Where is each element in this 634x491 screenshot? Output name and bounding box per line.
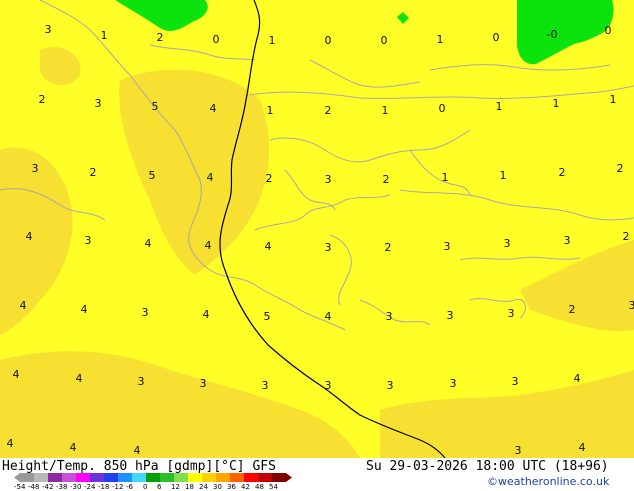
value-label: -0 <box>547 28 558 41</box>
legend-swatch <box>118 473 132 482</box>
value-label: 3 <box>386 310 393 323</box>
value-label: 2 <box>385 241 392 254</box>
value-label: 0 <box>493 31 500 44</box>
value-label: 1 <box>269 34 276 47</box>
value-label: 4 <box>7 437 14 450</box>
legend-swatch <box>20 473 34 482</box>
value-label: 2 <box>266 172 273 185</box>
value-label: 4 <box>26 230 33 243</box>
value-label: 1 <box>437 33 444 46</box>
value-label: 3 <box>450 377 457 390</box>
value-label: 3 <box>142 306 149 319</box>
legend-swatch <box>34 473 48 482</box>
legend-swatch <box>258 473 272 482</box>
legend-swatch <box>104 473 118 482</box>
value-label: 1 <box>101 29 108 42</box>
value-label: 5 <box>152 100 159 113</box>
legend-swatch <box>272 473 286 482</box>
legend-swatch <box>216 473 230 482</box>
value-label: 1 <box>267 104 274 117</box>
value-label: 3 <box>504 237 511 250</box>
legend-swatch <box>62 473 76 482</box>
value-label: 1 <box>553 97 560 110</box>
value-label: 3 <box>325 379 332 392</box>
value-label: 1 <box>442 171 449 184</box>
valid-time: Su 29-03-2026 18:00 UTC (18+96) <box>366 459 609 474</box>
value-label: 0 <box>605 24 612 37</box>
color-legend <box>14 473 294 482</box>
value-label: 4 <box>20 299 27 312</box>
value-label: 3 <box>515 444 522 457</box>
legend-arrow-right <box>286 473 292 482</box>
legend-swatch <box>76 473 90 482</box>
value-label: 4 <box>70 441 77 454</box>
value-label: 3 <box>564 234 571 247</box>
value-label: 4 <box>205 239 212 252</box>
value-label: 1 <box>496 100 503 113</box>
value-label: 3 <box>85 234 92 247</box>
value-label: 3 <box>629 299 634 312</box>
value-label: 2 <box>569 303 576 316</box>
value-label: 0 <box>213 33 220 46</box>
weather-map: 3 1 2 0 1 0 0 1 0 -0 0 2 3 5 4 1 2 1 0 1 1 1 3 2 5 4 2 3 2 1 1 2 2 4 3 4 4 4 3… <box>0 0 634 458</box>
map-canvas: 3 1 2 0 1 0 0 1 0 -0 0 2 3 5 4 1 2 1 0 1 1 1 3 2 5 4 2 3 2 1 1 2 2 4 3 4 4 4 3… <box>0 0 634 458</box>
footer: Height/Temp. 850 hPa [gdmp][°C] GFS Su 2… <box>0 458 634 490</box>
value-label: 4 <box>210 102 217 115</box>
value-label: 4 <box>574 372 581 385</box>
credit-link[interactable]: ©weatheronline.co.uk <box>487 475 609 488</box>
value-label: 4 <box>13 368 20 381</box>
value-label: 0 <box>439 102 446 115</box>
value-label: 2 <box>559 166 566 179</box>
value-label: 2 <box>157 31 164 44</box>
value-label: 3 <box>32 162 39 175</box>
value-label: 3 <box>447 309 454 322</box>
value-label: 4 <box>325 310 332 323</box>
legend-swatch <box>146 473 160 482</box>
value-label: 3 <box>45 23 52 36</box>
value-label: 4 <box>134 444 141 457</box>
value-label: 4 <box>203 308 210 321</box>
value-label: 4 <box>579 441 586 454</box>
value-label: 3 <box>444 240 451 253</box>
value-label: 1 <box>500 169 507 182</box>
value-label: 0 <box>325 34 332 47</box>
value-label: 3 <box>95 97 102 110</box>
legend-swatch <box>174 473 188 482</box>
value-label: 2 <box>39 93 46 106</box>
value-label: 2 <box>383 173 390 186</box>
value-label: 3 <box>387 379 394 392</box>
value-label: 3 <box>262 379 269 392</box>
value-label: 2 <box>90 166 97 179</box>
value-label: 2 <box>617 162 624 175</box>
value-label: 2 <box>325 104 332 117</box>
legend-swatch <box>160 473 174 482</box>
legend-swatch <box>244 473 258 482</box>
value-label: 3 <box>138 375 145 388</box>
value-label: 1 <box>610 93 617 106</box>
value-label: 1 <box>382 104 389 117</box>
chart-title: Height/Temp. 850 hPa [gdmp][°C] GFS <box>2 459 276 474</box>
legend-arrow-left <box>14 473 20 482</box>
value-label: 4 <box>145 237 152 250</box>
value-label: 2 <box>623 230 630 243</box>
value-label: 3 <box>512 375 519 388</box>
value-label: 3 <box>200 377 207 390</box>
value-label: 5 <box>264 310 271 323</box>
value-label: 4 <box>207 171 214 184</box>
value-label: 4 <box>81 303 88 316</box>
legend-swatch <box>230 473 244 482</box>
value-label: 4 <box>76 372 83 385</box>
value-label: 3 <box>325 173 332 186</box>
value-label: 5 <box>149 169 156 182</box>
legend-swatch <box>48 473 62 482</box>
legend-swatch <box>132 473 146 482</box>
legend-swatch <box>188 473 202 482</box>
legend-swatch <box>202 473 216 482</box>
value-label: 3 <box>508 307 515 320</box>
value-label: 0 <box>381 34 388 47</box>
value-label: 3 <box>325 241 332 254</box>
value-label: 4 <box>265 240 272 253</box>
legend-swatch <box>90 473 104 482</box>
